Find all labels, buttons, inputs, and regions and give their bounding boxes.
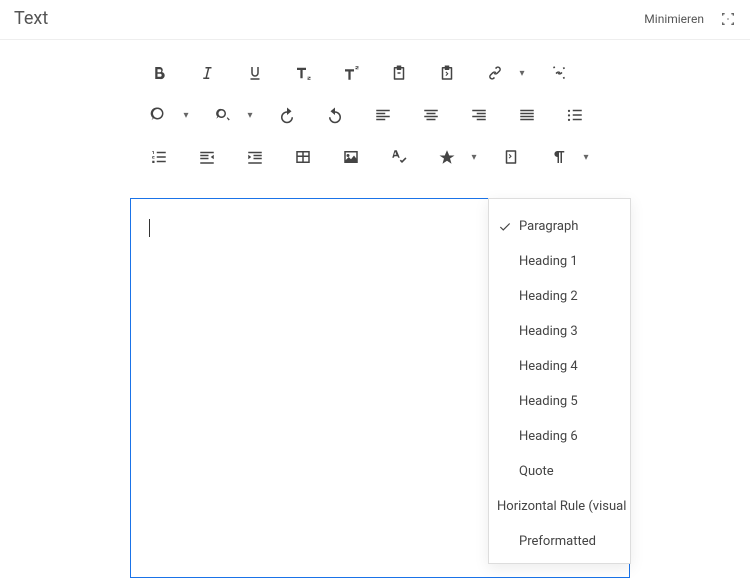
undo-icon[interactable] (268, 98, 306, 132)
align-justify-icon[interactable] (508, 98, 546, 132)
format-menu-label: Horizontal Rule (visual l (497, 499, 630, 514)
paragraph-format-menu: Paragraph Heading 1 Heading 2 Heading 3 Head… (488, 198, 631, 564)
format-menu-label: Preformatted (519, 534, 596, 549)
editor-header: Text Minimieren (0, 0, 750, 40)
link-icon[interactable] (476, 56, 514, 90)
italic-icon[interactable] (188, 56, 226, 90)
bullet-list-icon[interactable] (556, 98, 594, 132)
format-menu-label: Heading 4 (519, 359, 578, 374)
format-menu-label: Paragraph (519, 219, 578, 234)
chevron-down-icon[interactable]: ▾ (244, 98, 256, 132)
align-left-icon[interactable] (364, 98, 402, 132)
chevron-down-icon[interactable]: ▾ (180, 98, 192, 132)
format-menu-label: Heading 1 (519, 254, 578, 269)
chevron-down-icon[interactable]: ▾ (516, 56, 528, 90)
special-char-icon[interactable] (428, 140, 466, 174)
numbered-list-icon[interactable] (140, 140, 178, 174)
minimize-button[interactable]: Minimieren (644, 12, 704, 26)
format-menu-label: Heading 2 (519, 289, 578, 304)
source-code-icon[interactable] (492, 140, 530, 174)
format-menu-item[interactable]: Heading 6 (489, 419, 630, 454)
format-menu-item[interactable]: Quote (489, 454, 630, 489)
redo-icon[interactable] (316, 98, 354, 132)
format-menu-item[interactable]: Horizontal Rule (visual l (489, 489, 630, 524)
editor-wrap: Paragraph Heading 1 Heading 2 Heading 3 Head… (130, 198, 630, 578)
header-actions: Minimieren (644, 11, 736, 27)
text-caret (149, 219, 150, 237)
find-icon[interactable] (140, 98, 178, 132)
format-menu-item[interactable]: Heading 3 (489, 314, 630, 349)
format-menu-item[interactable]: Heading 4 (489, 349, 630, 384)
unlink-icon[interactable] (540, 56, 578, 90)
align-center-icon[interactable] (412, 98, 450, 132)
check-icon (497, 220, 513, 234)
superscript-icon[interactable] (332, 56, 370, 90)
find-replace-icon[interactable] (204, 98, 242, 132)
format-menu-item[interactable]: Preformatted (489, 524, 630, 559)
widget-title: Text (14, 8, 48, 29)
indent-icon[interactable] (236, 140, 274, 174)
format-menu-label: Heading 5 (519, 394, 578, 409)
table-icon[interactable] (284, 140, 322, 174)
format-menu-item[interactable]: Heading 5 (489, 384, 630, 419)
chevron-down-icon[interactable]: ▾ (580, 140, 592, 174)
paragraph-format-icon[interactable] (540, 140, 578, 174)
bold-icon[interactable] (140, 56, 178, 90)
outdent-icon[interactable] (188, 140, 226, 174)
chevron-down-icon[interactable]: ▾ (468, 140, 480, 174)
spellcheck-icon[interactable] (380, 140, 418, 174)
format-menu-label: Quote (519, 464, 554, 479)
image-icon[interactable] (332, 140, 370, 174)
editor-toolbar: ▾ ▾ ▾ ▾ ▾ (0, 40, 620, 198)
format-menu-item[interactable]: Heading 1 (489, 244, 630, 279)
format-menu-item[interactable]: Heading 2 (489, 279, 630, 314)
format-menu-item[interactable]: Paragraph (489, 209, 630, 244)
paste-code-icon[interactable] (428, 56, 466, 90)
underline-icon[interactable] (236, 56, 274, 90)
align-right-icon[interactable] (460, 98, 498, 132)
format-menu-label: Heading 6 (519, 429, 578, 444)
fullscreen-icon[interactable] (720, 11, 736, 27)
paste-text-icon[interactable] (380, 56, 418, 90)
format-menu-label: Heading 3 (519, 324, 578, 339)
subscript-icon[interactable] (284, 56, 322, 90)
